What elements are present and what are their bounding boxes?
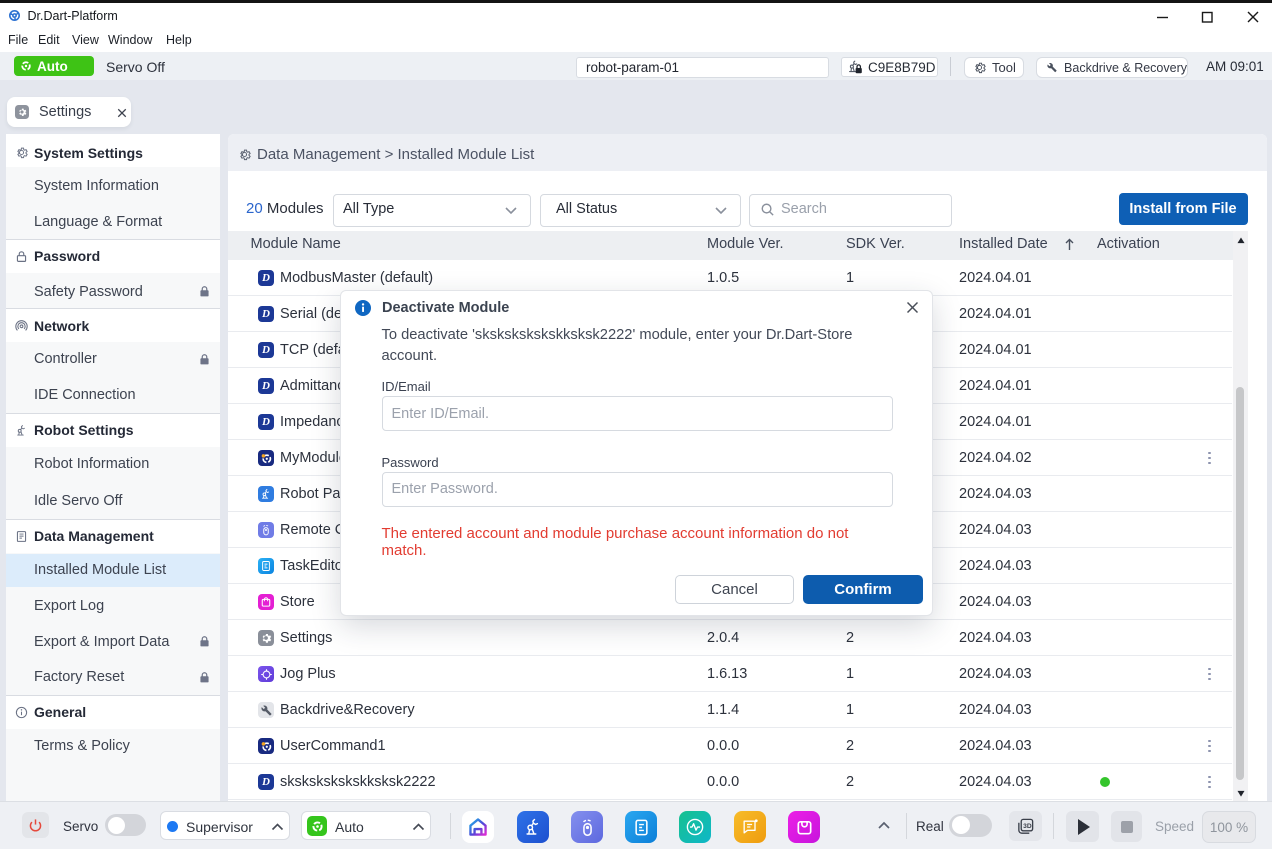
svg-text:3D: 3D [1023, 823, 1032, 830]
